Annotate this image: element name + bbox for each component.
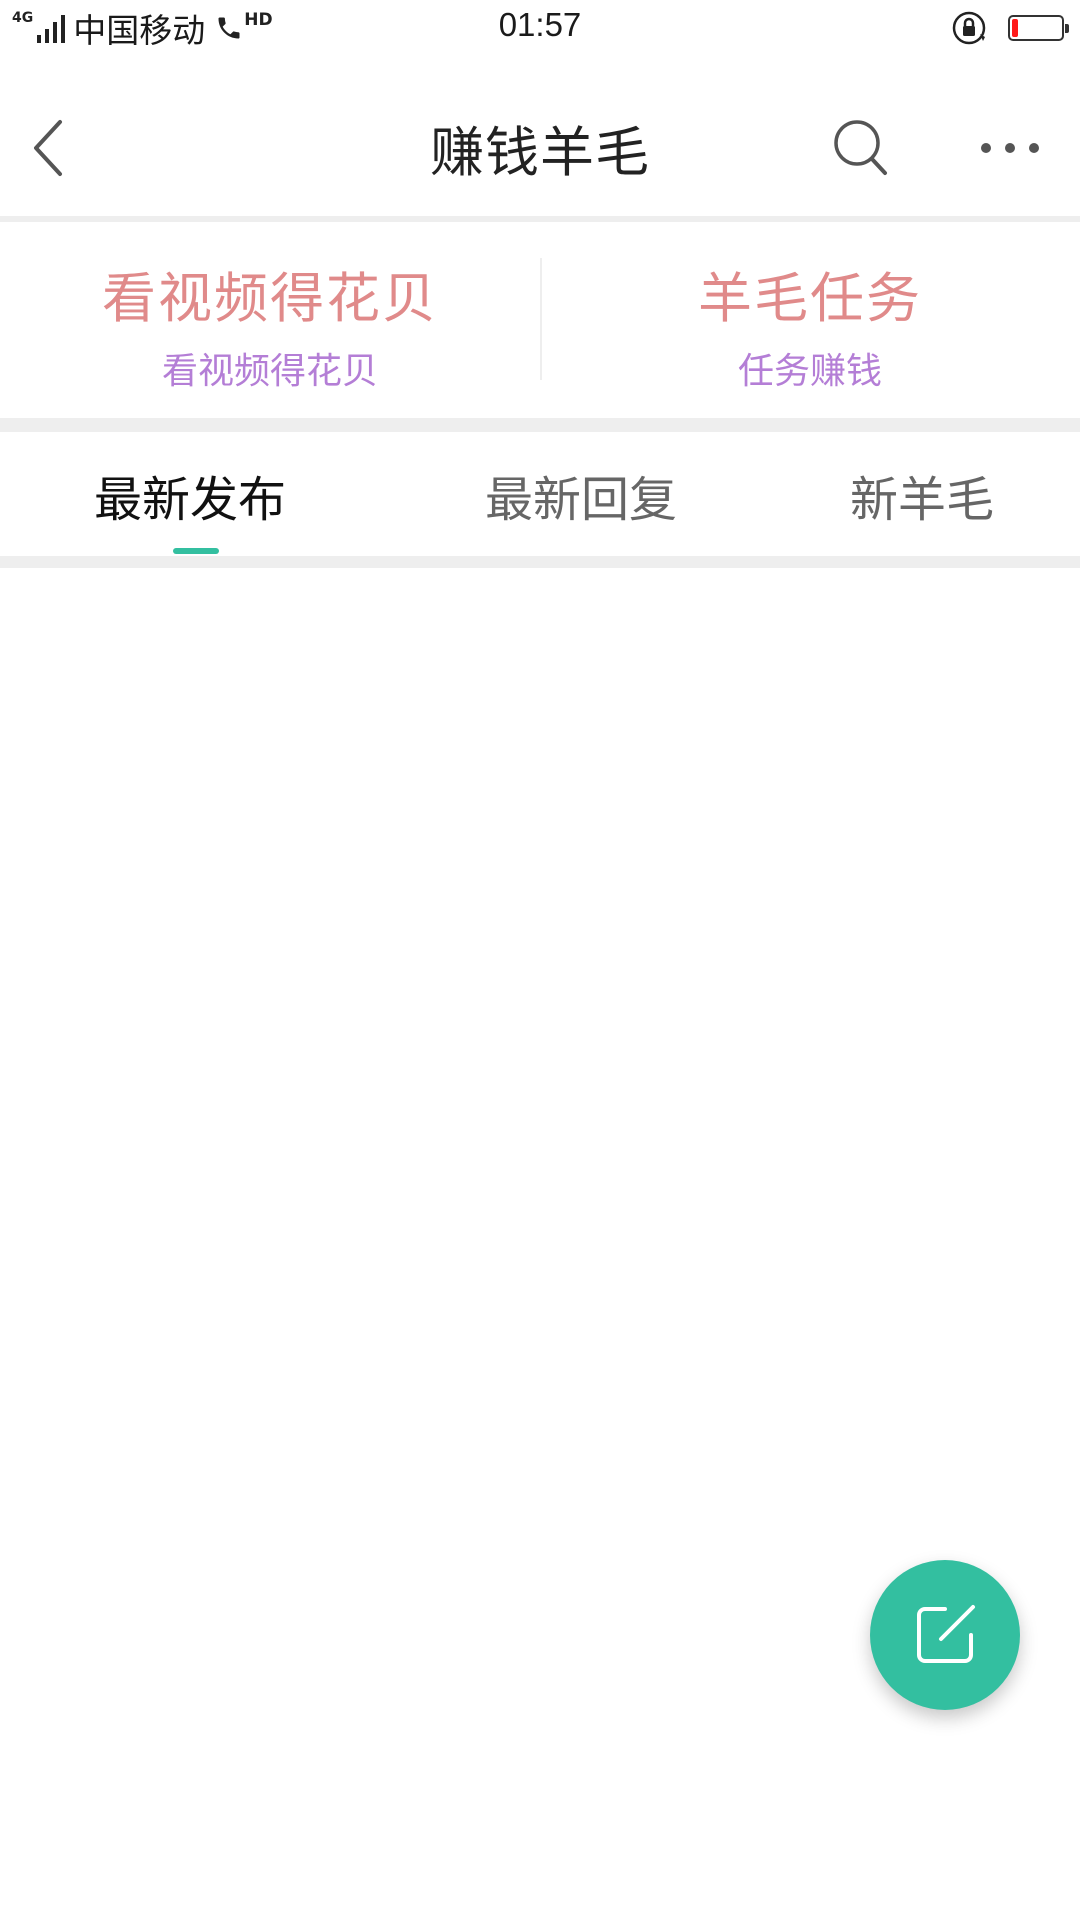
feature-title: 看视频得花贝 [102,267,438,330]
rotation-lock-icon [952,11,986,45]
content-list [0,568,1080,1920]
more-dots-icon [974,143,1046,153]
compose-button[interactable] [870,1560,1020,1710]
feature-title: 羊毛任务 [698,267,922,330]
tab-new-deals[interactable]: 新羊毛 [850,460,994,530]
search-icon [834,120,887,175]
tab-latest-replies[interactable]: 最新回复 [485,460,677,530]
divider [0,556,1080,568]
feature-row: 看视频得花贝 看视频得花贝 羊毛任务 任务赚钱 [0,222,1080,418]
title-bar: 赚钱羊毛 [0,56,1080,216]
compose-icon [917,1605,975,1663]
feature-subtitle: 看视频得花贝 [161,351,378,392]
feature-separator [540,258,542,380]
status-right [950,8,1069,48]
battery-icon [1008,15,1069,41]
search-button[interactable] [826,108,896,188]
divider [0,418,1080,432]
tab-indicator [173,548,219,554]
page-title: 赚钱羊毛 [430,121,650,184]
more-button[interactable] [970,108,1050,188]
battery-level [1012,19,1019,37]
clock: 01:57 [498,6,582,43]
feature-card-video[interactable]: 看视频得花贝 看视频得花贝 [0,222,540,418]
feature-card-tasks[interactable]: 羊毛任务 任务赚钱 [540,222,1080,418]
tab-bar: 最新发布 最新回复 新羊毛 [0,432,1080,556]
status-bar: 4G 中国移动 HD 01:57 [0,0,1080,56]
tab-latest-posts[interactable]: 最新发布 [94,460,286,530]
feature-subtitle: 任务赚钱 [737,351,882,392]
